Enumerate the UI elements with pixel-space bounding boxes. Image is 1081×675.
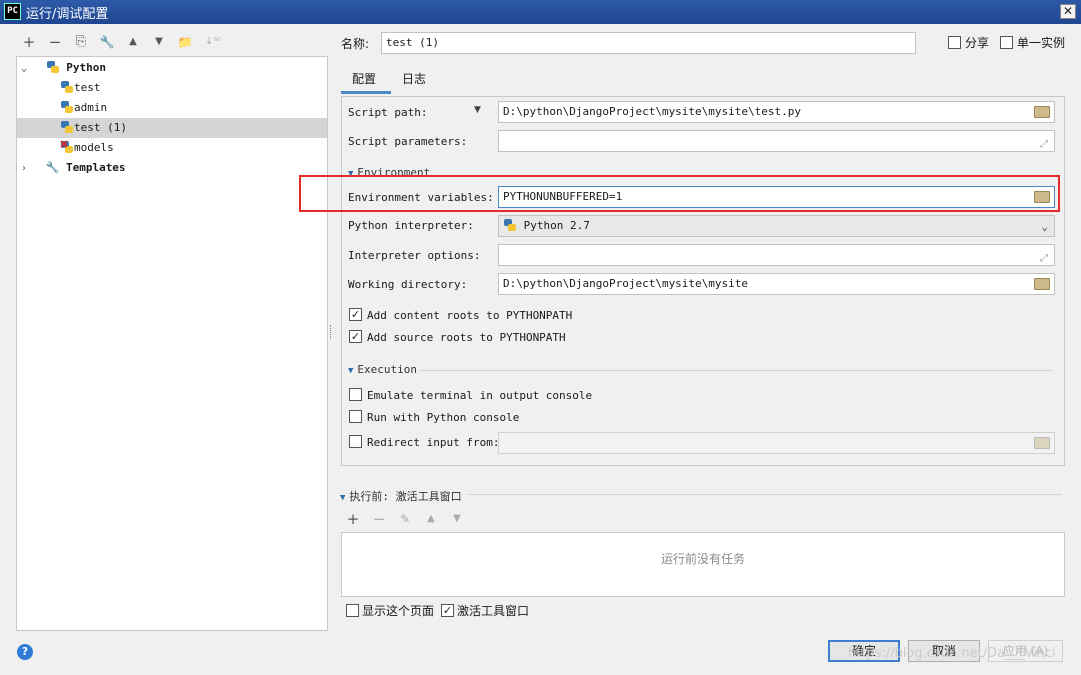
move-up-button[interactable]: ▲ — [124, 33, 142, 51]
python-icon — [61, 101, 73, 113]
python-icon — [46, 61, 59, 73]
script-type-dropdown-icon[interactable]: ▼ — [474, 105, 481, 115]
tab-config[interactable]: 配置 — [352, 70, 376, 87]
redirect-input-checkbox[interactable] — [349, 435, 362, 448]
content-roots-label: Add content roots to PYTHONPATH — [367, 309, 573, 322]
tree-label-python: Python — [66, 61, 106, 74]
single-instance-label: 单一实例 — [1017, 36, 1066, 50]
move-down-button[interactable]: ▼ — [150, 33, 168, 51]
name-label: 名称: — [341, 37, 370, 51]
execution-section[interactable]: ▼ Execution — [348, 363, 417, 376]
activate-window-checkbox[interactable]: ✓ — [441, 604, 454, 617]
wrench-icon[interactable]: 🔧 — [98, 33, 116, 51]
interpreter-label: Python interpreter: — [348, 219, 474, 232]
script-parameters-label: Script parameters: — [348, 135, 468, 148]
script-path-label: Script path: — [348, 106, 428, 119]
pycharm-app-icon: PC — [4, 3, 21, 20]
watermark-text: https://blog.csdn.net/Da___Vinci — [848, 646, 1056, 661]
redirect-input-label: Redirect input from: — [367, 436, 500, 449]
python-error-icon — [60, 140, 73, 153]
single-instance-checkbox[interactable] — [1000, 36, 1013, 49]
folder-icon[interactable] — [1034, 278, 1050, 290]
python-icon — [61, 121, 73, 133]
run-console-checkbox[interactable] — [349, 410, 362, 423]
config-tree: ⌄ Python test admin test (1) models › 🔧 … — [16, 56, 328, 631]
red-highlight-box — [299, 175, 1060, 212]
move-task-down-button[interactable]: ▼ — [448, 510, 466, 528]
interpreter-options-label: Interpreter options: — [348, 249, 481, 262]
emulate-terminal-label: Emulate terminal in output console — [367, 389, 593, 402]
source-roots-checkbox[interactable]: ✓ — [349, 330, 362, 343]
move-task-up-button[interactable]: ▲ — [422, 510, 440, 528]
activate-window-label: 激活工具窗口 — [457, 604, 530, 618]
folder-icon — [1034, 437, 1050, 449]
script-path-value: D:\python\DjangoProject\mysite\mysite\te… — [503, 105, 802, 118]
remove-config-button[interactable]: − — [46, 33, 64, 51]
tree-item-test[interactable]: test — [17, 78, 327, 98]
section-divider — [420, 370, 1053, 371]
tree-item-label: test — [74, 81, 101, 94]
window-title: 运行/调试配置 — [26, 7, 109, 22]
collapse-triangle-icon: ▼ — [348, 366, 354, 376]
wrench-icon: 🔧 — [45, 161, 60, 174]
working-dir-value: D:\python\DjangoProject\mysite\mysite — [503, 277, 749, 290]
sort-button[interactable]: ↓ᵃᶻ — [202, 33, 224, 51]
new-folder-button[interactable]: 📁 — [176, 33, 194, 51]
section-divider — [468, 494, 1062, 495]
remove-task-button[interactable]: − — [370, 510, 388, 528]
interpreter-select[interactable]: Python 2.7 ⌄ — [498, 215, 1055, 237]
tree-item-admin[interactable]: admin — [17, 98, 327, 118]
python-icon — [61, 81, 73, 93]
tree-item-label: test (1) — [74, 121, 127, 134]
chevron-down-icon: ⌄ — [1041, 220, 1048, 233]
before-launch-title: 执行前: 激活工具窗口 — [349, 490, 462, 503]
folder-icon[interactable] — [1034, 106, 1050, 118]
chevron-down-icon[interactable]: ⌄ — [21, 59, 31, 79]
show-page-label: 显示这个页面 — [362, 604, 435, 618]
source-roots-label: Add source roots to PYTHONPATH — [367, 331, 566, 344]
interpreter-value: Python 2.7 — [523, 219, 590, 232]
share-label: 分享 — [965, 36, 990, 50]
collapse-triangle-icon: ▼ — [340, 493, 346, 503]
before-launch-task-list: 运行前没有任务 — [341, 532, 1065, 597]
content-roots-checkbox[interactable]: ✓ — [349, 308, 362, 321]
close-button[interactable]: ✕ — [1060, 4, 1076, 19]
tree-item-test-1[interactable]: test (1) — [17, 118, 327, 138]
interpreter-options-input[interactable]: ⤢ — [498, 244, 1055, 266]
tree-item-models[interactable]: models — [17, 138, 327, 158]
edit-task-button[interactable]: ✎ — [396, 510, 414, 528]
tree-item-label: models — [74, 141, 114, 154]
name-input[interactable]: test (1) — [381, 32, 916, 54]
expand-icon[interactable]: ⤢ — [1040, 249, 1048, 269]
tree-item-label: admin — [74, 101, 108, 114]
script-parameters-input[interactable]: ⤢ — [498, 130, 1055, 152]
expand-icon[interactable]: ⤢ — [1040, 135, 1048, 155]
show-page-checkbox[interactable] — [346, 604, 359, 617]
add-config-button[interactable]: + — [20, 33, 38, 51]
help-icon[interactable]: ? — [17, 644, 33, 660]
script-path-input[interactable]: D:\python\DjangoProject\mysite\mysite\te… — [498, 101, 1055, 123]
tab-logs[interactable]: 日志 — [402, 70, 426, 87]
emulate-terminal-checkbox[interactable] — [349, 388, 362, 401]
title-bar: PC 运行/调试配置 ✕ — [0, 0, 1081, 24]
add-task-button[interactable]: + — [344, 510, 362, 528]
chevron-right-icon[interactable]: › — [21, 159, 31, 179]
share-checkbox[interactable] — [948, 36, 961, 49]
active-tab-indicator — [341, 91, 391, 94]
tree-node-templates[interactable]: › 🔧 Templates — [17, 158, 327, 178]
splitter-handle[interactable] — [330, 325, 333, 339]
copy-config-button[interactable]: ⎘ — [72, 33, 90, 51]
redirect-input-field — [498, 432, 1055, 454]
execution-section-label: Execution — [357, 363, 418, 376]
tree-label-templates: Templates — [65, 161, 126, 174]
before-launch-section[interactable]: ▼ 执行前: 激活工具窗口 — [340, 488, 462, 504]
working-dir-label: Working directory: — [348, 278, 468, 291]
run-console-label: Run with Python console — [367, 411, 520, 424]
python-icon — [504, 219, 516, 231]
empty-task-text: 运行前没有任务 — [660, 552, 745, 566]
tree-node-python[interactable]: ⌄ Python — [17, 58, 327, 78]
working-dir-input[interactable]: D:\python\DjangoProject\mysite\mysite — [498, 273, 1055, 295]
